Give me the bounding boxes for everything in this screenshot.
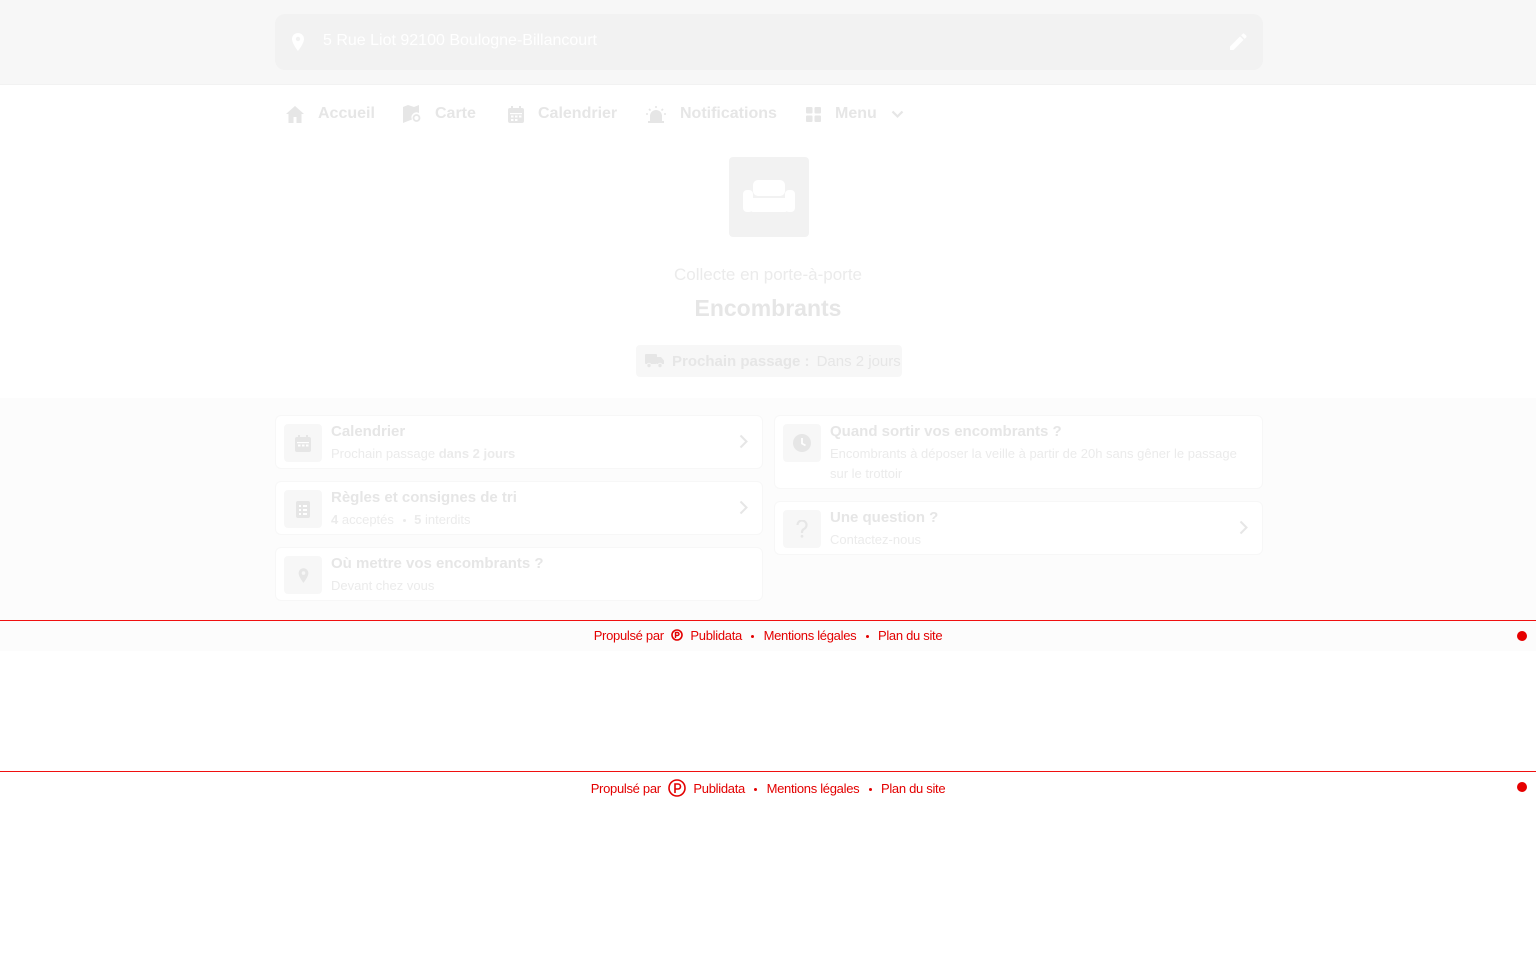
location-pin-icon bbox=[284, 556, 322, 594]
calendar-icon bbox=[508, 105, 524, 123]
next-pickup-badge: Prochain passage : Dans 2 jours bbox=[636, 345, 902, 377]
sofa-icon bbox=[729, 157, 809, 237]
edit-pencil-icon[interactable] bbox=[1229, 33, 1247, 56]
publidata-link[interactable]: Publidata bbox=[693, 781, 745, 796]
hero-section: Collecte en porte-à-porte Encombrants Pr… bbox=[0, 142, 1536, 398]
card-description: Contactez-nous bbox=[830, 532, 922, 547]
main-nav: Accueil Carte Calendrier Notifications M… bbox=[0, 86, 1536, 142]
nav-item-menu[interactable]: Menu bbox=[806, 86, 904, 142]
hero-subtitle: Collecte en porte-à-porte bbox=[673, 265, 863, 284]
nav-item-accueil[interactable]: Accueil bbox=[286, 86, 375, 142]
footer: Propulsé par Publidata Mentions légales … bbox=[0, 620, 1536, 651]
location-pin-icon bbox=[290, 33, 306, 56]
calendar-icon bbox=[284, 424, 322, 462]
card-description: Prochain passage dans 2 jours bbox=[331, 446, 516, 461]
footer-links: Propulsé par Publidata Mentions légales … bbox=[0, 628, 1536, 644]
card-quand-sortir: Quand sortir vos encombrants ? Encombran… bbox=[774, 415, 1263, 489]
legal-link[interactable]: Mentions légales bbox=[764, 628, 857, 643]
chevron-right-icon bbox=[739, 500, 748, 520]
publidata-logo-icon bbox=[668, 779, 686, 800]
nav-label: Calendrier bbox=[538, 105, 618, 122]
nav-item-calendrier[interactable]: Calendrier bbox=[508, 86, 617, 142]
status-dot bbox=[1517, 782, 1527, 792]
sitemap-link[interactable]: Plan du site bbox=[878, 628, 943, 643]
address-text: 5 Rue Liot 92100 Boulogne-Billancourt bbox=[323, 32, 597, 49]
address-bar[interactable]: 5 Rue Liot 92100 Boulogne-Billancourt bbox=[275, 14, 1263, 70]
truck-icon bbox=[645, 354, 664, 368]
next-pickup-value: Dans 2 jours bbox=[816, 352, 901, 370]
card-calendrier[interactable]: Calendrier Prochain passage dans 2 jours bbox=[275, 415, 763, 469]
legal-link[interactable]: Mentions légales bbox=[767, 781, 860, 796]
chevron-down-icon bbox=[891, 110, 904, 118]
card-title: Où mettre vos encombrants ? bbox=[331, 555, 544, 572]
nav-item-carte[interactable]: Carte bbox=[403, 86, 476, 142]
card-title: Quand sortir vos encombrants ? bbox=[830, 423, 1062, 440]
question-icon bbox=[783, 510, 821, 548]
status-dot bbox=[1517, 631, 1527, 641]
nav-label: Carte bbox=[435, 105, 476, 122]
chevron-right-icon bbox=[739, 434, 748, 454]
publidata-link[interactable]: Publidata bbox=[690, 628, 742, 643]
card-ou-mettre: Où mettre vos encombrants ? Devant chez … bbox=[275, 547, 763, 601]
card-description: 4 acceptés 5 interdits bbox=[331, 512, 471, 527]
footer: Propulsé par Publidata Mentions légales … bbox=[0, 771, 1536, 802]
card-title: Une question ? bbox=[830, 509, 939, 526]
publidata-logo-icon bbox=[671, 629, 683, 644]
info-cards: Calendrier Prochain passage dans 2 jours… bbox=[0, 398, 1536, 620]
address-header: 5 Rue Liot 92100 Boulogne-Billancourt bbox=[0, 0, 1536, 85]
nav-label: Notifications bbox=[680, 105, 777, 122]
powered-by-text: Propulsé par bbox=[593, 628, 664, 643]
page-title: Encombrants bbox=[694, 295, 842, 321]
footer-links: Propulsé par Publidata Mentions légales … bbox=[0, 779, 1536, 800]
sitemap-link[interactable]: Plan du site bbox=[881, 781, 946, 796]
card-title: Règles et consignes de tri bbox=[331, 489, 517, 506]
card-description: Encombrants à déposer la veille à partir… bbox=[830, 446, 1237, 481]
card-question[interactable]: Une question ? Contactez-nous bbox=[774, 501, 1263, 555]
nav-label: Menu bbox=[835, 105, 877, 122]
next-pickup-label: Prochain passage : bbox=[672, 352, 810, 370]
powered-by-text: Propulsé par bbox=[590, 780, 661, 796]
card-regles[interactable]: Règles et consignes de tri 4 acceptés 5 … bbox=[275, 481, 763, 535]
checklist-icon bbox=[284, 490, 322, 528]
card-description: Devant chez vous bbox=[331, 578, 435, 593]
home-icon bbox=[286, 105, 304, 123]
nav-item-notifications[interactable]: Notifications bbox=[646, 86, 777, 142]
card-title: Calendrier bbox=[331, 423, 406, 440]
alarm-icon bbox=[646, 105, 666, 123]
map-icon bbox=[403, 105, 421, 123]
nav-label: Accueil bbox=[318, 105, 375, 122]
clock-icon bbox=[783, 424, 821, 462]
chevron-right-icon bbox=[1239, 520, 1248, 540]
grid-icon bbox=[806, 106, 821, 122]
